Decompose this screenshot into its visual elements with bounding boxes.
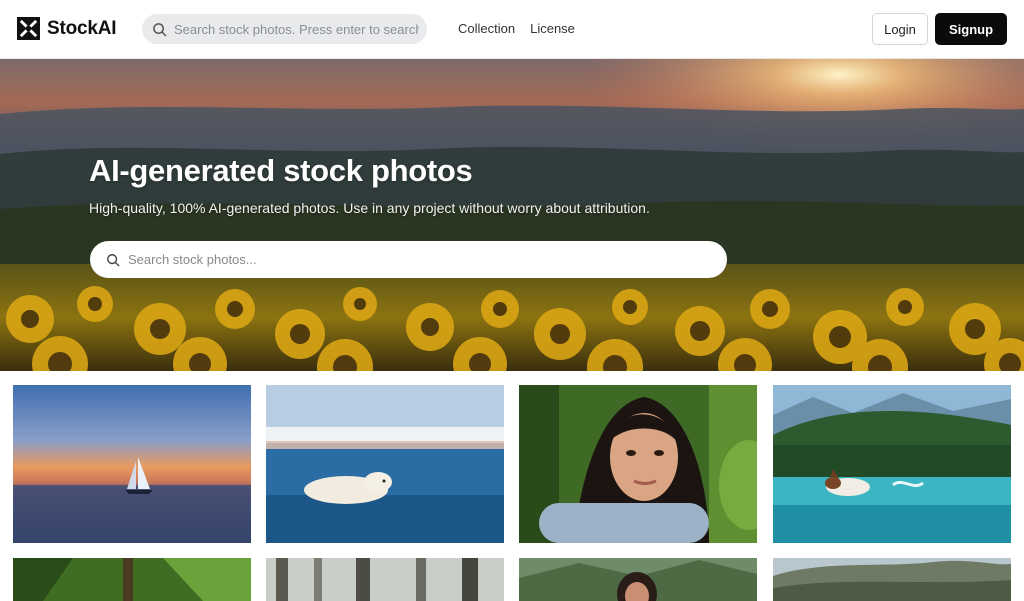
login-button[interactable]: Login (872, 13, 928, 45)
nav-license-link[interactable]: License (530, 21, 575, 36)
photo-polar-bear[interactable] (266, 385, 504, 543)
photo-forest-fern[interactable] (13, 558, 251, 601)
main-nav: Collection License (458, 21, 575, 36)
hero-search-bar[interactable] (90, 241, 727, 278)
hero-banner: AI-generated stock photos High-quality, … (0, 59, 1024, 371)
hero-subtitle: High-quality, 100% AI-generated photos. … (89, 200, 650, 216)
photo-image (266, 385, 504, 543)
search-icon (107, 253, 120, 266)
photo-image (13, 385, 251, 543)
photo-hills-sky[interactable] (773, 558, 1011, 601)
stockai-logo-icon (17, 17, 40, 40)
header-search-bar[interactable] (142, 14, 427, 44)
header-search-input[interactable] (174, 21, 419, 37)
photo-woman-mountains[interactable] (519, 558, 757, 601)
logo-link[interactable]: StockAI (17, 17, 117, 40)
photo-image (13, 558, 251, 601)
photo-misty-forest[interactable] (266, 558, 504, 601)
photo-image (266, 558, 504, 601)
photo-dog-lake[interactable] (773, 385, 1011, 543)
nav-collection-link[interactable]: Collection (458, 21, 515, 36)
photo-image (519, 385, 757, 543)
search-icon (153, 22, 167, 36)
photo-image (773, 385, 1011, 543)
photo-woman-portrait[interactable] (519, 385, 757, 543)
photo-image (773, 558, 1011, 601)
signup-button[interactable]: Signup (935, 13, 1007, 45)
hero-search-input[interactable] (128, 252, 718, 267)
logo-text: StockAI (47, 17, 117, 39)
top-navbar: StockAI Collection License Login Signup (0, 0, 1024, 59)
photo-sailboat-sunset[interactable] (13, 385, 251, 543)
photo-image (519, 558, 757, 601)
hero-title: AI-generated stock photos (89, 153, 473, 188)
